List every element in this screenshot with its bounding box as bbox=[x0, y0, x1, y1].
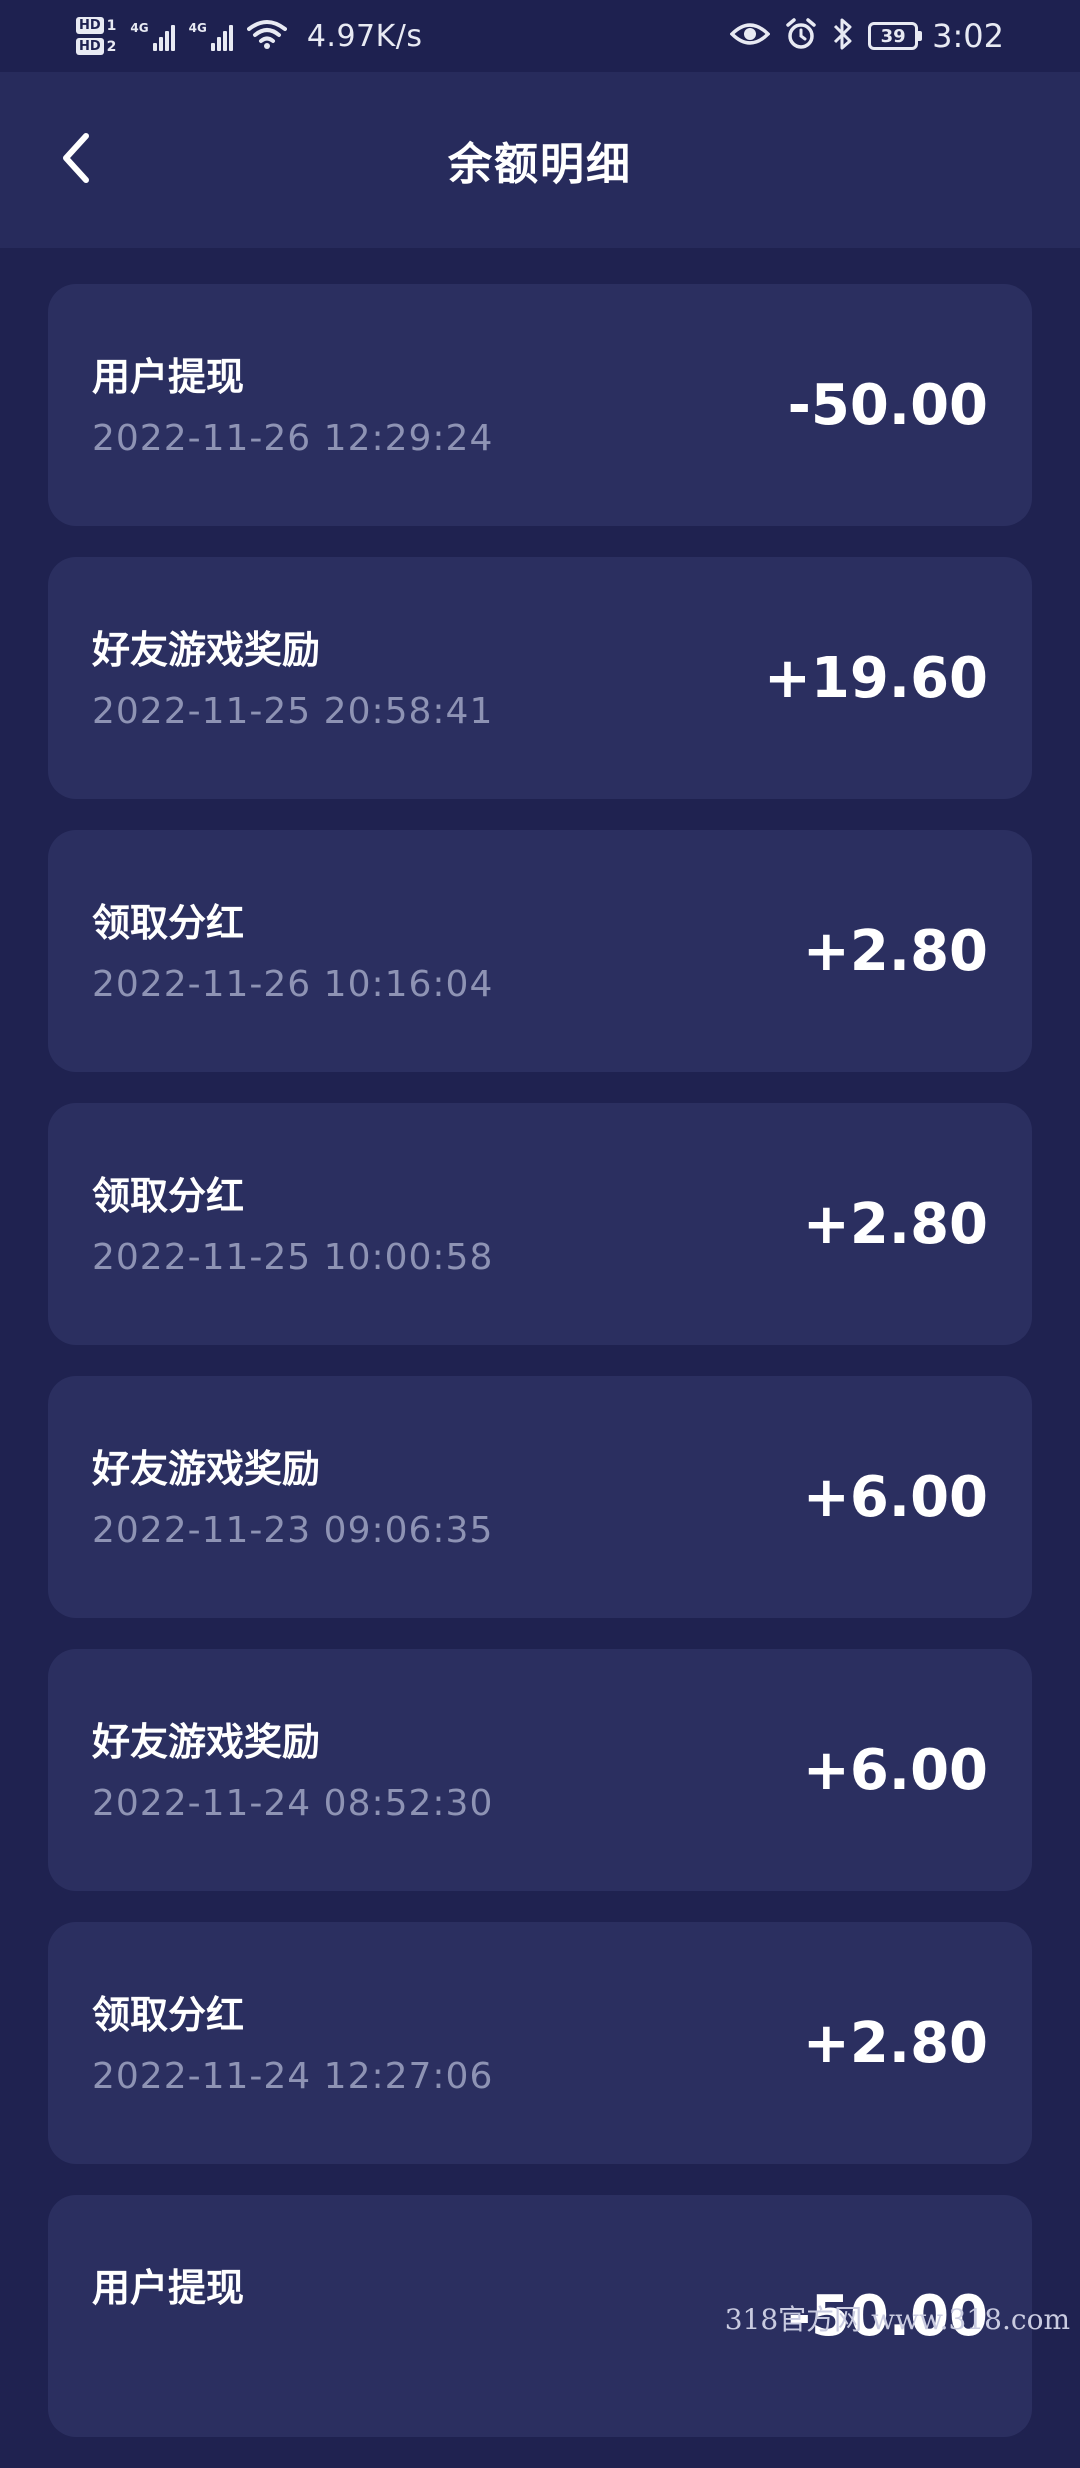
record-item[interactable]: 领取分红 2022-11-26 10:16:04 +2.80 bbox=[48, 830, 1032, 1072]
clock: 3:02 bbox=[932, 17, 1004, 55]
signal-icon: 4G bbox=[130, 21, 175, 51]
record-amount: +2.80 bbox=[802, 1191, 988, 1257]
record-amount: +2.80 bbox=[802, 918, 988, 984]
battery-icon: 39 bbox=[868, 22, 923, 50]
sim2-number: 2 bbox=[106, 38, 117, 55]
network-type-label: 4G bbox=[188, 21, 207, 35]
record-amount: +2.80 bbox=[802, 2010, 988, 2076]
record-time: 2022-11-24 08:52:30 bbox=[92, 1783, 494, 1824]
alarm-icon bbox=[784, 17, 818, 55]
bluetooth-icon bbox=[832, 17, 854, 55]
status-bar: HD 1 HD 2 4G 4G 4.97K/s 39 3:02 bbox=[0, 0, 1080, 72]
record-item[interactable]: 领取分红 2022-11-24 12:27:06 +2.80 bbox=[48, 1922, 1032, 2164]
back-button[interactable] bbox=[44, 120, 108, 200]
network-speed: 4.97K/s bbox=[306, 18, 423, 54]
status-bar-left: HD 1 HD 2 4G 4G 4.97K/s bbox=[76, 6, 423, 66]
eye-icon bbox=[729, 20, 771, 52]
record-time: 2022-11-26 12:29:24 bbox=[92, 418, 494, 459]
balance-record-list: 用户提现 2022-11-26 12:29:24 -50.00 好友游戏奖励 2… bbox=[48, 284, 1032, 2468]
hd-sim1: HD 1 bbox=[76, 17, 116, 34]
record-type: 领取分红 bbox=[92, 1993, 245, 2037]
record-type: 用户提现 bbox=[92, 355, 245, 399]
record-type: 领取分红 bbox=[92, 901, 245, 945]
record-time: 2022-11-24 12:27:06 bbox=[92, 2056, 494, 2097]
signal-icon: 4G bbox=[189, 21, 233, 51]
hd-label: HD bbox=[76, 38, 104, 55]
record-time: 2022-11-25 10:00:58 bbox=[92, 1237, 494, 1278]
watermark: 318官方网 www.318.com bbox=[724, 2303, 1070, 2336]
record-type: 好友游戏奖励 bbox=[92, 628, 321, 672]
record-amount: +6.00 bbox=[802, 1737, 988, 1803]
record-type: 好友游戏奖励 bbox=[92, 1447, 321, 1491]
record-type: 用户提现 bbox=[92, 2266, 245, 2310]
sim1-number: 1 bbox=[106, 17, 117, 34]
chevron-left-icon bbox=[56, 130, 96, 190]
network-type-label: 4G bbox=[130, 21, 149, 35]
record-time: 2022-11-25 20:58:41 bbox=[92, 691, 494, 732]
record-item[interactable]: 好友游戏奖励 2022-11-25 20:58:41 +19.60 bbox=[48, 557, 1032, 799]
battery-level: 39 bbox=[880, 25, 906, 47]
record-item[interactable]: 好友游戏奖励 2022-11-24 08:52:30 +6.00 bbox=[48, 1649, 1032, 1891]
record-amount: +19.60 bbox=[763, 645, 988, 711]
hd-sim2: HD 2 bbox=[76, 38, 116, 55]
app-header: 余额明细 bbox=[0, 72, 1080, 248]
record-item[interactable]: 好友游戏奖励 2022-11-23 09:06:35 +6.00 bbox=[48, 1376, 1032, 1618]
record-type: 好友游戏奖励 bbox=[92, 1720, 321, 1764]
record-time: 2022-11-23 09:06:35 bbox=[92, 1510, 494, 1551]
record-type: 领取分红 bbox=[92, 1174, 245, 1218]
record-amount: +6.00 bbox=[802, 1464, 988, 1530]
wifi-icon bbox=[246, 19, 287, 53]
hd-label: HD bbox=[76, 17, 104, 34]
record-item[interactable]: 领取分红 2022-11-25 10:00:58 +2.80 bbox=[48, 1103, 1032, 1345]
status-bar-right: 39 3:02 bbox=[729, 6, 1004, 66]
record-time: 2022-11-26 10:16:04 bbox=[92, 964, 494, 1005]
record-item[interactable]: 用户提现 2022-11-26 12:29:24 -50.00 bbox=[48, 284, 1032, 526]
record-amount: -50.00 bbox=[787, 372, 988, 438]
hd-indicators: HD 1 HD 2 bbox=[76, 17, 116, 55]
page-title: 余额明细 bbox=[448, 139, 632, 190]
